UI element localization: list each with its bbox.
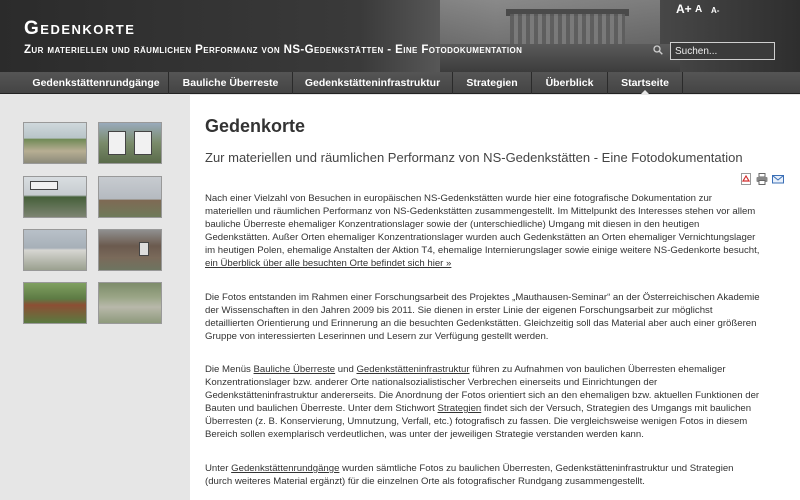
thumbnail-photo-5[interactable] bbox=[23, 229, 87, 271]
link-gedenkstaetteninfrastruktur[interactable]: Gedenkstätteninfrastruktur bbox=[356, 364, 469, 375]
tours-paragraph: Unter Gedenkstättenrundgänge wurden sämt… bbox=[205, 462, 760, 488]
sign-board bbox=[30, 181, 58, 190]
intro-paragraph: Nach einer Vielzahl von Besuchen in euro… bbox=[205, 192, 760, 270]
nav-item-startseite[interactable]: Startseite bbox=[607, 72, 683, 95]
thumbnail-photo-6[interactable] bbox=[98, 229, 162, 271]
sign-board bbox=[139, 242, 149, 256]
main-nav: Gedenkstättenrundgänge Bauliche Überrest… bbox=[0, 72, 800, 95]
font-increase-button[interactable]: A+ bbox=[676, 2, 692, 16]
link-bauliche-ueberreste[interactable]: Bauliche Überreste bbox=[254, 364, 336, 375]
paragraph-text: Nach einer Vielzahl von Besuchen in euro… bbox=[205, 193, 760, 256]
thumbnail-photo-2[interactable] bbox=[98, 122, 162, 164]
paragraph-text: Unter bbox=[205, 463, 232, 474]
search-input[interactable] bbox=[670, 42, 775, 60]
sign-board bbox=[108, 131, 126, 155]
print-icon[interactable] bbox=[756, 173, 768, 185]
pdf-icon[interactable] bbox=[740, 173, 752, 185]
nav-item-ueberblick[interactable]: Überblick bbox=[531, 72, 607, 94]
thumbnail-photo-8[interactable] bbox=[98, 282, 162, 324]
nav-item-strategien[interactable]: Strategien bbox=[452, 72, 531, 94]
overview-link[interactable]: ein Überblick über alle besuchten Orte b… bbox=[205, 258, 451, 269]
font-decrease-button[interactable]: A- bbox=[711, 6, 719, 15]
link-gedenkstaettenrundgaenge[interactable]: Gedenkstättenrundgänge bbox=[231, 463, 339, 474]
email-icon[interactable] bbox=[772, 173, 784, 185]
sign-board bbox=[134, 131, 152, 155]
search-icon bbox=[653, 45, 663, 55]
paragraph-text: und bbox=[335, 364, 357, 375]
menus-paragraph: Die Menüs Bauliche Überreste und Gedenks… bbox=[205, 363, 760, 441]
nav-item-gedenkstaetteninfrastruktur[interactable]: Gedenkstätteninfrastruktur bbox=[292, 72, 452, 94]
site-title[interactable]: Gedenkorte bbox=[24, 18, 135, 40]
thumbnail-photo-3[interactable] bbox=[23, 176, 87, 218]
font-reset-button[interactable]: A bbox=[695, 4, 702, 15]
nav-item-bauliche-ueberreste[interactable]: Bauliche Überreste bbox=[168, 72, 292, 94]
thumbnail-photo-7[interactable] bbox=[23, 282, 87, 324]
page-subtitle: Zur materiellen und räumlichen Performan… bbox=[205, 150, 743, 165]
thumbnail-photo-4[interactable] bbox=[98, 176, 162, 218]
site-subtitle: Zur materiellen und räumlichen Performan… bbox=[24, 44, 523, 56]
page-title: Gedenkorte bbox=[205, 116, 306, 136]
header-photo-building bbox=[510, 14, 625, 44]
project-paragraph: Die Fotos entstanden im Rahmen einer For… bbox=[205, 292, 760, 342]
thumbnail-photo-1[interactable] bbox=[23, 122, 87, 164]
link-strategien[interactable]: Strategien bbox=[438, 403, 482, 414]
nav-item-gedenkstaettenrundgaenge[interactable]: Gedenkstättenrundgänge bbox=[24, 72, 168, 94]
paragraph-text: Die Menüs bbox=[205, 364, 254, 375]
